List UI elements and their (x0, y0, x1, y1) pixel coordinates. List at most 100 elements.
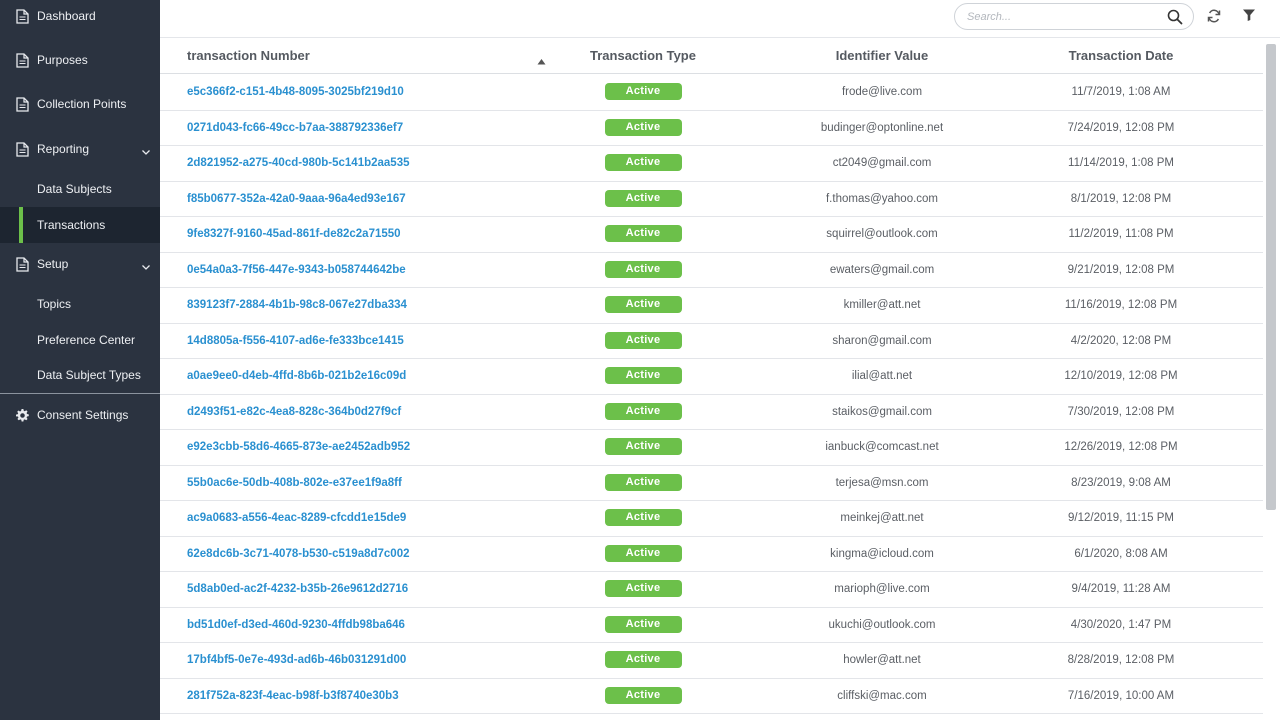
identifier-value-cell: sharon@gmail.com (832, 334, 932, 347)
transaction-date-cell: 11/7/2019, 1:08 AM (1071, 86, 1171, 98)
transaction-number-link[interactable]: 62e8dc6b-3c71-4078-b530-c519a8d7c002 (187, 537, 410, 572)
sidebar-item-data-subject-types[interactable]: Data Subject Types (0, 357, 160, 393)
sidebar-item-setup[interactable]: Setup (0, 246, 160, 282)
transaction-date-cell: 8/28/2019, 12:08 PM (1067, 654, 1175, 666)
document-icon (15, 256, 29, 272)
transaction-number-link[interactable]: 5d8ab0ed-ac2f-4232-b35b-26e9612d2716 (187, 572, 408, 607)
table-row[interactable]: e5c366f2-c151-4b48-8095-3025bf219d10 Acti… (160, 75, 1263, 111)
table-row[interactable]: ac9a0683-a556-4eac-8289-cfcdd1e15de9 Acti… (160, 501, 1263, 537)
transaction-number-link[interactable]: 839123f7-2884-4b1b-98c8-067e27dba334 (187, 288, 407, 323)
transaction-number-link[interactable]: d2493f51-e82c-4ea8-828c-364b0d27f9cf (187, 395, 401, 430)
table-row[interactable]: 2d821952-a275-40cd-980b-5c141b2aa535 Acti… (160, 146, 1263, 182)
status-badge: Active (604, 225, 682, 243)
table-row[interactable]: f85b0677-352a-42a0-9aaa-96a4ed93e167 Acti… (160, 182, 1263, 217)
sidebar-item-dashboard[interactable]: Dashboard (0, 0, 160, 34)
transaction-type-cell: Active (543, 466, 743, 501)
table-row[interactable]: 0e54a0a3-7f56-447e-9343-b058744642be Acti… (160, 253, 1263, 288)
identifier-value-cell: cliffski@mac.com (837, 689, 927, 702)
table-row[interactable]: d2493f51-e82c-4ea8-828c-364b0d27f9cf Acti… (160, 395, 1263, 430)
table-row[interactable]: 281f752a-823f-4eac-b98f-b3f8740e30b3 Acti… (160, 679, 1263, 714)
transaction-date-cell: 7/24/2019, 12:08 PM (1067, 121, 1175, 134)
status-badge: Active (604, 509, 682, 527)
refresh-icon[interactable] (1206, 8, 1222, 24)
search-input[interactable] (967, 8, 1157, 26)
transaction-number-link[interactable]: e5c366f2-c151-4b48-8095-3025bf219d10 (187, 75, 404, 110)
transaction-type-cell: Active (543, 679, 743, 714)
sidebar-item-preference-center[interactable]: Preference Center (0, 322, 160, 358)
chevron-down-icon (141, 144, 151, 155)
scrollbar-thumb[interactable] (1266, 44, 1276, 510)
sidebar-item-label: Reporting (37, 142, 90, 156)
transaction-date-cell: 11/14/2019, 1:08 PM (1068, 157, 1174, 169)
transaction-date-cell: 12/26/2019, 12:08 PM (1064, 441, 1178, 453)
sidebar-divider (0, 393, 160, 394)
identifier-value-cell: terjesa@msn.com (835, 476, 929, 489)
transaction-date-cell: 9/21/2019, 12:08 PM (1067, 263, 1175, 276)
transaction-number-link[interactable]: ac9a0683-a556-4eac-8289-cfcdd1e15de9 (187, 501, 406, 536)
transaction-date-cell: 9/12/2019, 11:15 PM (1068, 512, 1174, 524)
column-header-identifier-value[interactable]: Identifier Value (782, 38, 982, 74)
table-row[interactable]: 55b0ac6e-50db-408b-802e-e37ee1f9a8ff Acti… (160, 466, 1263, 501)
sidebar-item-collection-points[interactable]: Collection Points (0, 86, 160, 122)
sidebar-item-label: Topics (37, 297, 72, 311)
transaction-number-link[interactable]: f85b0677-352a-42a0-9aaa-96a4ed93e167 (187, 182, 406, 217)
identifier-value-cell: squirrel@outlook.com (826, 228, 938, 240)
transaction-date-cell: 11/16/2019, 12:08 PM (1064, 299, 1178, 311)
transaction-date-cell: 8/23/2019, 9:08 AM (1071, 476, 1171, 489)
sidebar-item-topics[interactable]: Topics (0, 286, 160, 322)
status-badge: Active (604, 438, 682, 456)
transaction-number-link[interactable]: a0ae9ee0-d4eb-4ffd-8b6b-021b2e16c09d (187, 359, 406, 394)
column-header-transaction-type[interactable]: Transaction Type (543, 38, 743, 74)
top-toolbar (160, 0, 1280, 38)
status-badge: Active (604, 580, 682, 598)
table-row[interactable]: bd51d0ef-d3ed-460d-9230-4ffdb98ba646 Acti… (160, 608, 1263, 643)
sidebar-item-reporting[interactable]: Reporting (0, 131, 160, 167)
transaction-date-cell: 11/2/2019, 11:08 PM (1068, 228, 1174, 240)
table-row[interactable]: a0ae9ee0-d4eb-4ffd-8b6b-021b2e16c09d Acti… (160, 359, 1263, 395)
sidebar-item-label: Preference Center (37, 333, 136, 347)
table-row[interactable]: 17bf4bf5-0e7e-493d-ad6b-46b031291d00 Acti… (160, 643, 1263, 679)
document-icon (15, 96, 29, 112)
filter-icon[interactable] (1242, 8, 1258, 24)
vertical-scrollbar[interactable] (1266, 44, 1276, 720)
sidebar-item-data-subjects[interactable]: Data Subjects (0, 171, 160, 207)
sidebar-item-consent-settings[interactable]: Consent Settings (0, 397, 160, 433)
chevron-down-icon (141, 259, 151, 270)
table-row[interactable]: 5d8ab0ed-ac2f-4232-b35b-26e9612d2716 Acti… (160, 572, 1263, 608)
table-row[interactable]: 839123f7-2884-4b1b-98c8-067e27dba334 Acti… (160, 288, 1263, 324)
sidebar-item-label: Setup (37, 257, 69, 271)
identifier-value-cell: howler@att.net (843, 654, 921, 666)
transaction-number-link[interactable]: 0e54a0a3-7f56-447e-9343-b058744642be (187, 253, 406, 288)
document-icon (15, 52, 29, 68)
status-badge: Active (604, 260, 682, 278)
table-row[interactable]: 62e8dc6b-3c71-4078-b530-c519a8d7c002 Acti… (160, 537, 1263, 572)
column-header-transaction-date[interactable]: Transaction Date (1021, 38, 1221, 74)
transaction-number-link[interactable]: 2d821952-a275-40cd-980b-5c141b2aa535 (187, 146, 410, 181)
transaction-type-cell: Active (543, 608, 743, 643)
sidebar-item-label: Dashboard (37, 9, 96, 23)
transaction-number-link[interactable]: 17bf4bf5-0e7e-493d-ad6b-46b031291d00 (187, 643, 406, 678)
sidebar-item-purposes[interactable]: Purposes (0, 42, 160, 78)
transaction-number-link[interactable]: 14d8805a-f556-4107-ad6e-fe333bce1415 (187, 324, 404, 359)
transaction-number-link[interactable]: 55b0ac6e-50db-408b-802e-e37ee1f9a8ff (187, 466, 402, 501)
table-row[interactable]: 9fe8327f-9160-45ad-861f-de82c2a71550 Acti… (160, 217, 1263, 253)
transaction-date-cell: 6/1/2020, 8:08 AM (1074, 547, 1168, 560)
sidebar-item-transactions[interactable]: Transactions (0, 207, 160, 243)
column-header-transaction-number[interactable]: transaction Number (187, 38, 310, 74)
search-icon[interactable] (1167, 9, 1183, 25)
transaction-date-cell: 4/2/2020, 12:08 PM (1070, 334, 1172, 347)
transaction-type-cell: Active (543, 395, 743, 430)
identifier-value-cell: meinkej@att.net (840, 512, 924, 524)
transaction-number-link[interactable]: 9fe8327f-9160-45ad-861f-de82c2a71550 (187, 217, 401, 252)
transaction-type-cell: Active (543, 182, 743, 217)
table-row[interactable]: 14d8805a-f556-4107-ad6e-fe333bce1415 Acti… (160, 324, 1263, 359)
identifier-value-cell: frode@live.com (841, 86, 923, 98)
table-row[interactable]: 0271d043-fc66-49cc-b7aa-388792336ef7 Acti… (160, 111, 1263, 146)
table-row[interactable]: e92e3cbb-58d6-4665-873e-ae2452adb952 Acti… (160, 430, 1263, 466)
transaction-type-cell: Active (543, 324, 743, 359)
search-box (954, 3, 1194, 30)
transaction-number-link[interactable]: 281f752a-823f-4eac-b98f-b3f8740e30b3 (187, 679, 399, 714)
transaction-number-link[interactable]: e92e3cbb-58d6-4665-873e-ae2452adb952 (187, 430, 410, 465)
transaction-number-link[interactable]: bd51d0ef-d3ed-460d-9230-4ffdb98ba646 (187, 608, 405, 643)
transaction-number-link[interactable]: 0271d043-fc66-49cc-b7aa-388792336ef7 (187, 111, 403, 146)
